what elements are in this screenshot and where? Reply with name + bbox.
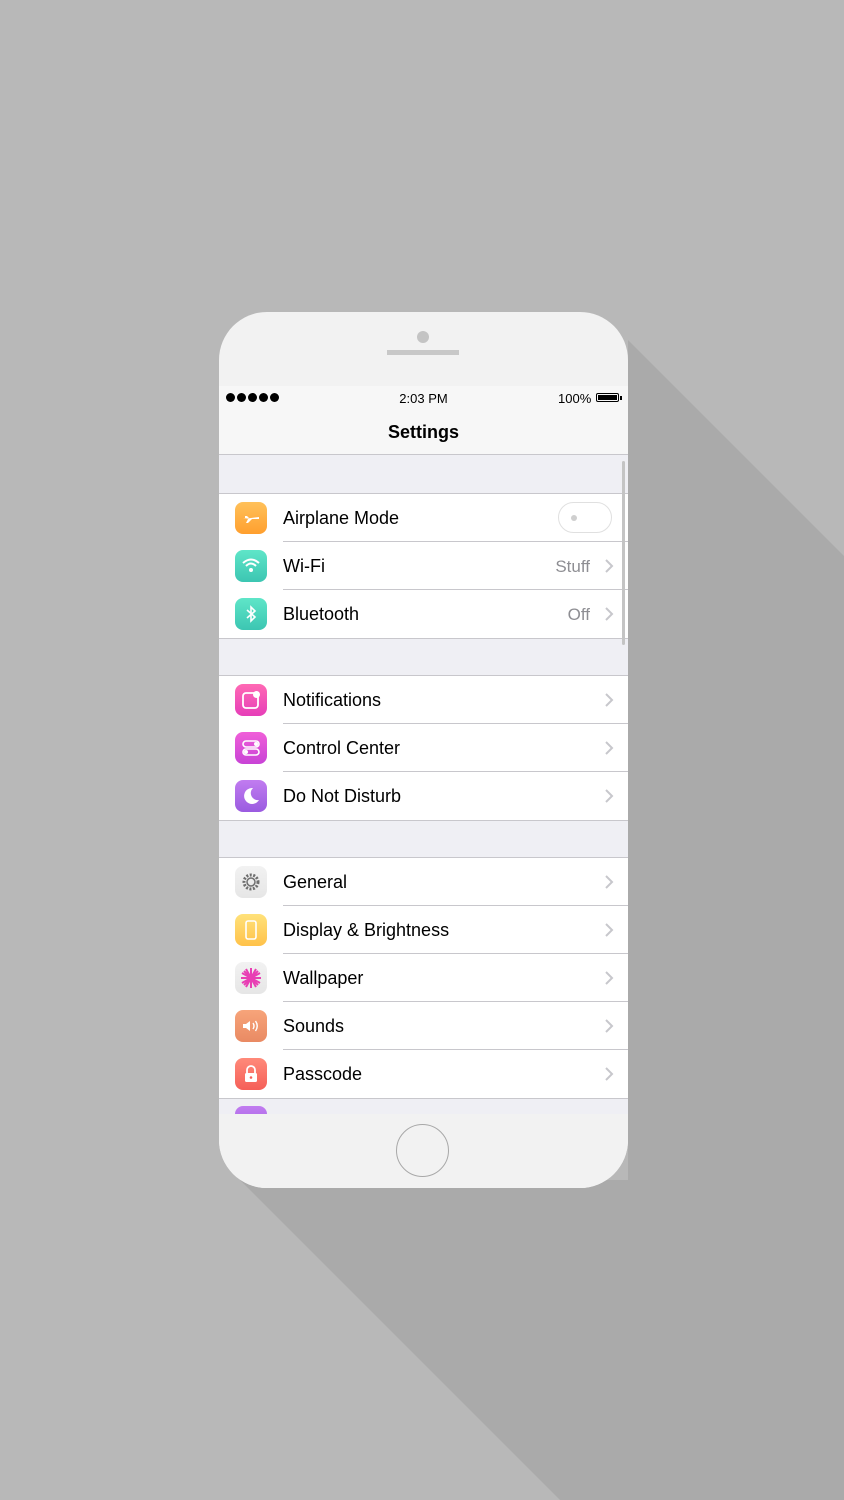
chevron-right-icon [604,1067,614,1081]
row-label: General [283,872,348,892]
settings-row-airplane-mode[interactable]: Airplane Mode [219,494,628,542]
row-label: Airplane Mode [283,508,400,528]
bluetooth-icon [235,598,267,630]
control-center-icon [235,732,267,764]
settings-screen[interactable]: 2:03 PM 100% Settings Airplane Mode Wi-Fi… [219,386,628,1114]
display-icon [235,914,267,946]
settings-group: General Display & Brightness Wallpaper Soun… [219,857,628,1099]
gear-icon [235,866,267,898]
settings-row-wi-fi[interactable]: Wi-Fi Stuff [219,542,628,590]
row-label: Control Center [283,738,401,758]
airplane-mode-toggle[interactable] [558,502,612,533]
row-label: Passcode [283,1064,363,1084]
navigation-bar: Settings [219,410,628,455]
row-label: Bluetooth [283,604,360,624]
settings-group: Notifications Control Center Do Not Distur… [219,675,628,821]
settings-row-wallpaper[interactable]: Wallpaper [219,954,628,1002]
home-button[interactable] [396,1124,449,1177]
settings-row-sounds[interactable]: Sounds [219,1002,628,1050]
partially-visible-row-icon [235,1106,267,1114]
wifi-icon [235,550,267,582]
settings-row-passcode[interactable]: Passcode [219,1050,628,1098]
settings-row-do-not-disturb[interactable]: Do Not Disturb [219,772,628,820]
chevron-right-icon [604,741,614,755]
settings-row-notifications[interactable]: Notifications [219,676,628,724]
row-label: Sounds [283,1016,345,1036]
lock-icon [235,1058,267,1090]
notifications-icon [235,684,267,716]
settings-row-control-center[interactable]: Control Center [219,724,628,772]
moon-icon [235,780,267,812]
row-value: Off [567,605,590,624]
row-label: Do Not Disturb [283,786,402,806]
row-label: Wi-Fi [283,556,325,576]
chevron-right-icon [604,923,614,937]
row-label: Wallpaper [283,968,364,988]
page-title: Settings [387,422,459,442]
settings-group: Airplane Mode Wi-Fi Stuff Bluetooth Off [219,493,628,639]
battery-tip [620,396,622,400]
settings-row-display-brightness[interactable]: Display & Brightness [219,906,628,954]
chevron-right-icon [604,693,614,707]
airplane-icon [235,502,267,534]
chevron-right-icon [604,971,614,985]
row-value: Stuff [555,557,590,576]
chevron-right-icon [604,789,614,803]
settings-row-bluetooth[interactable]: Bluetooth Off [219,590,628,638]
battery-icon [596,393,619,402]
row-label: Display & Brightness [283,920,450,940]
battery-percentage: 100% [558,391,592,406]
phone-device: 2:03 PM 100% Settings Airplane Mode Wi-Fi… [219,312,628,1188]
earpiece-speaker [387,350,459,355]
chevron-right-icon [604,559,614,573]
wallpaper-flower-icon [235,962,267,994]
settings-row-general[interactable]: General [219,858,628,906]
row-label: Notifications [283,690,382,710]
toggle-knob [571,515,577,521]
status-bar: 2:03 PM 100% [219,386,628,410]
chevron-right-icon [604,875,614,889]
front-camera [417,331,429,343]
speaker-icon [235,1010,267,1042]
chevron-right-icon [604,607,614,621]
chevron-right-icon [604,1019,614,1033]
scroll-indicator [622,461,625,645]
